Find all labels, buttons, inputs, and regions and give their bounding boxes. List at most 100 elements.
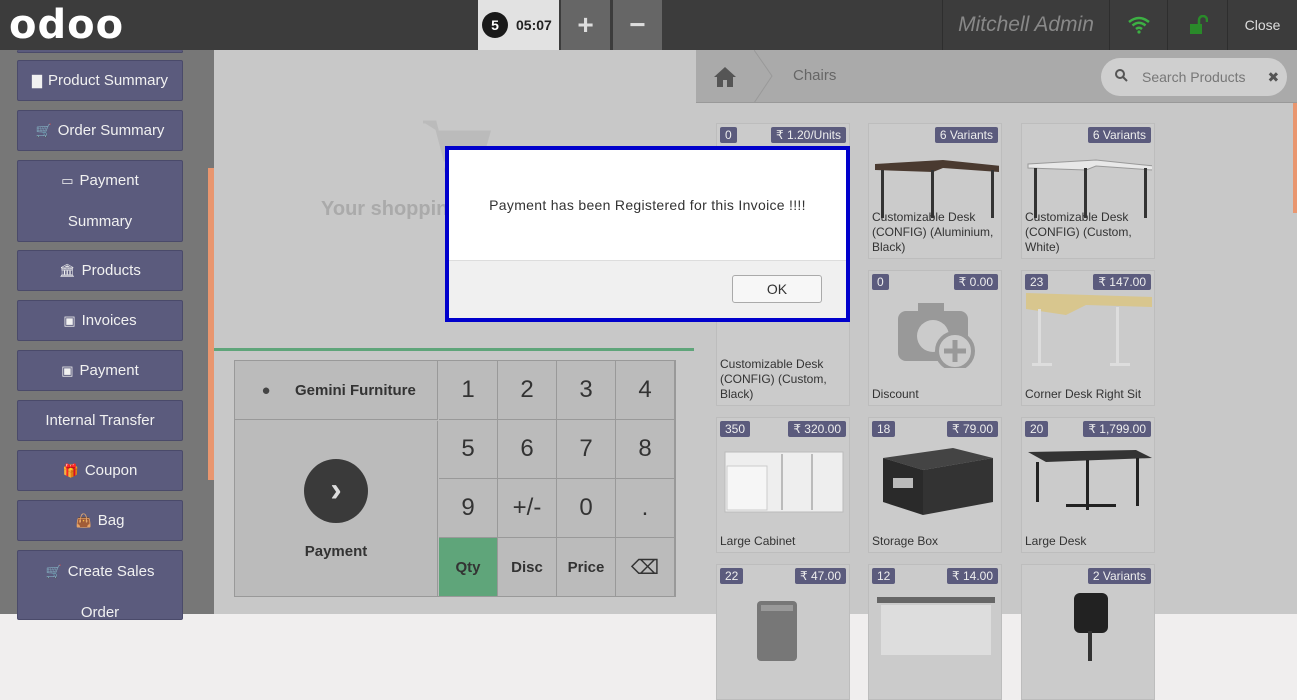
close-button[interactable]: Close	[1227, 0, 1297, 50]
numpad-key-plus-minus[interactable]: +/-	[498, 479, 557, 538]
sidebar-item-label: Products	[81, 262, 141, 279]
sidebar-item-label: Product Summary	[47, 72, 169, 89]
home-icon[interactable]	[696, 50, 754, 103]
sidebar-item-hidden	[17, 50, 183, 53]
sidebar-item-label: Payment	[79, 362, 139, 379]
remove-order-button[interactable]: −	[613, 0, 662, 50]
clear-search-icon[interactable]: ✖	[1268, 69, 1280, 86]
sidebar-item-label: Bag	[97, 512, 125, 529]
numpad-key-5[interactable]: 5	[439, 420, 498, 479]
credit-card-icon: ▭	[61, 173, 74, 188]
customer-name: Gemini Furniture	[295, 381, 416, 399]
order-tab[interactable]: 5 05:07	[478, 0, 559, 50]
product-name: Corner Desk Right Sit	[1025, 387, 1142, 401]
user-name[interactable]: Mitchell Admin	[942, 0, 1109, 50]
dialog-message: Payment has been Registered for this Inv…	[489, 197, 806, 213]
add-order-button[interactable]: +	[561, 0, 610, 50]
price-badge: ₹ 1.20/Units	[771, 127, 846, 143]
numpad-qty-button[interactable]: Qty	[439, 538, 498, 597]
product-scroll-indicator	[1293, 103, 1297, 213]
backspace-icon[interactable]: ⌫	[616, 538, 675, 597]
order-panel: Your shoppin ● Gemini Furniture › Paymen…	[214, 50, 696, 614]
camera-icon	[898, 303, 975, 368]
product-card[interactable]: 20 ₹ 1,799.00 Large Desk	[1021, 417, 1155, 553]
odoo-logo: odoo	[9, 2, 125, 48]
search-input[interactable]: Search Products ✖	[1101, 58, 1287, 96]
stock-badge: 18	[872, 421, 896, 437]
money-icon: ▣	[61, 363, 74, 378]
stock-badge: 0	[872, 274, 889, 290]
stock-badge: 20	[1025, 421, 1049, 437]
product-name: Customizable Desk (CONFIG) (Aluminium, B…	[872, 210, 994, 254]
product-name: Large Desk	[1025, 534, 1087, 548]
product-card[interactable]: 6 Variants Customizable Desk (CONFIG) (C…	[1021, 123, 1155, 259]
ok-button[interactable]: OK	[732, 275, 822, 303]
numpad-key-8[interactable]: 8	[616, 420, 675, 479]
numpad-key-6[interactable]: 6	[498, 420, 557, 479]
numpad-key-dot[interactable]: .	[616, 479, 675, 538]
sidebar-item-internal-transfer[interactable]: Internal Transfer	[17, 400, 183, 441]
stock-badge: 12	[872, 568, 896, 584]
sidebar-item-label: ▭ Payment Summary	[61, 172, 139, 230]
payment-button[interactable]: › Payment	[235, 421, 438, 597]
product-card[interactable]: 6 Variants Customizable Desk (CONFIG) (A…	[868, 123, 1002, 259]
product-card[interactable]: 350 ₹ 320.00 Large Cabinet	[716, 417, 850, 553]
sidebar-item-order-summary[interactable]: 🛒 Order Summary	[17, 110, 183, 151]
document-icon: ▇	[31, 73, 42, 88]
sidebar-item-products[interactable]: 🏛 Products	[17, 250, 183, 291]
product-name: Discount	[872, 387, 919, 401]
product-card[interactable]: 2 Variants	[1021, 564, 1155, 700]
product-card[interactable]: 0 ₹ 0.00 Discount	[868, 270, 1002, 406]
price-badge: ₹ 147.00	[1093, 274, 1151, 290]
sidebar-item-coupon[interactable]: 🎁 Coupon	[17, 450, 183, 491]
product-image	[877, 597, 995, 655]
breadcrumb-separator	[754, 50, 773, 103]
numpad-price-button[interactable]: Price	[557, 538, 616, 597]
bank-icon: 🏛	[59, 263, 76, 278]
divider	[214, 348, 694, 351]
stock-badge: 0	[720, 127, 737, 143]
product-card[interactable]: 12 ₹ 14.00	[868, 564, 1002, 700]
sidebar-item-bag[interactable]: 👜 Bag	[17, 500, 183, 541]
sidebar-item-label: Invoices	[81, 312, 137, 329]
sidebar-item-payment-summary[interactable]: ▭ Payment Summary	[17, 160, 183, 242]
numpad-disc-button[interactable]: Disc	[498, 538, 557, 597]
price-badge: ₹ 14.00	[947, 568, 998, 584]
product-name: Storage Box	[872, 534, 939, 548]
sidebar: ▇ Product Summary 🛒 Order Summary ▭ Payment…	[0, 50, 214, 620]
price-badge: ₹ 320.00	[788, 421, 846, 437]
customer-button[interactable]: ● Gemini Furniture	[235, 361, 438, 420]
user-icon: ●	[255, 379, 277, 401]
order-time: 05:07	[516, 17, 552, 33]
sidebar-item-invoices[interactable]: ▣ Invoices	[17, 300, 183, 341]
product-image	[883, 448, 993, 515]
sidebar-item-payment[interactable]: ▣ Payment	[17, 350, 183, 391]
breadcrumb-category[interactable]: Chairs	[793, 67, 836, 84]
price-badge: ₹ 1,799.00	[1083, 421, 1151, 437]
chevron-right-icon: ›	[304, 458, 368, 523]
numpad-key-9[interactable]: 9	[439, 479, 498, 538]
stock-badge: 23	[1025, 274, 1049, 290]
sidebar-item-label: Internal Transfer	[45, 412, 155, 429]
numpad-key-2[interactable]: 2	[498, 361, 557, 420]
sidebar-item-label: Coupon	[84, 462, 138, 479]
product-card[interactable]: 22 ₹ 47.00	[716, 564, 850, 700]
sidebar-item-create-sales-order[interactable]: 🛒 Create Sales Order	[17, 550, 183, 620]
numpad-key-3[interactable]: 3	[557, 361, 616, 420]
product-name: Large Cabinet	[720, 534, 796, 548]
sidebar-item-product-summary[interactable]: ▇ Product Summary	[17, 60, 183, 101]
price-badge: ₹ 79.00	[947, 421, 998, 437]
product-card[interactable]: 18 ₹ 79.00 Storage Box	[868, 417, 1002, 553]
unlock-icon[interactable]	[1167, 0, 1227, 50]
product-card[interactable]: 23 ₹ 147.00 Corner Desk Right Sit	[1021, 270, 1155, 406]
numpad-key-1[interactable]: 1	[439, 361, 498, 420]
cart-icon: 🛒	[45, 564, 62, 579]
order-number-badge: 5	[482, 12, 508, 38]
search-icon	[1115, 69, 1128, 85]
stock-badge: 22	[720, 568, 744, 584]
wifi-icon[interactable]	[1109, 0, 1167, 50]
numpad-key-4[interactable]: 4	[616, 361, 675, 420]
sidebar-item-label: 🛒 Create Sales Order	[45, 563, 155, 620]
numpad-key-0[interactable]: 0	[557, 479, 616, 538]
numpad-key-7[interactable]: 7	[557, 420, 616, 479]
